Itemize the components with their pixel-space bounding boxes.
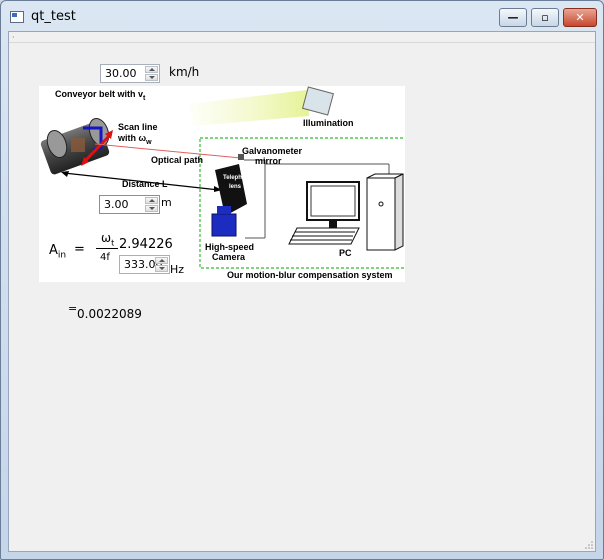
telephoto-label: Telephoto <box>223 175 252 181</box>
distance-value[interactable]: 3.00 <box>104 198 129 211</box>
frequency-spinbox[interactable]: 333.00 <box>119 255 170 274</box>
resize-grip-icon[interactable] <box>585 541 593 549</box>
pc-label: PC <box>339 248 352 258</box>
app-icon <box>10 11 24 23</box>
client-area: · 30.00 km/h Conveyor belt with vt Scan … <box>8 31 596 552</box>
scan-line-label: Scan line <box>118 122 158 132</box>
distance-decrement-button[interactable] <box>145 205 158 212</box>
result-value: 0.0022089 <box>77 307 142 321</box>
camera-label-1: High-speed <box>205 242 255 252</box>
distance-increment-button[interactable] <box>145 197 158 204</box>
distance-unit-label: m <box>161 196 172 209</box>
formula-denominator: 4f <box>100 252 110 263</box>
frequency-decrement-button[interactable] <box>155 265 168 272</box>
omega-value: 2.94226 <box>119 237 173 252</box>
distance-label: Distance L <box>122 179 168 189</box>
menu-bar[interactable]: · <box>9 32 595 43</box>
speed-spinbox[interactable]: 30.00 <box>100 64 160 83</box>
maximize-icon: ▫ <box>541 11 549 24</box>
formula-numerator: ωt <box>101 231 115 248</box>
main-window: qt_test — ▫ ✕ · 30.00 km/h Conveyor belt… <box>0 0 604 560</box>
conveyor-label: Conveyor belt with vt <box>55 89 146 102</box>
frequency-unit-label: Hz <box>170 263 185 276</box>
formula-equals: = <box>74 242 85 257</box>
lens-label: lens <box>229 184 242 190</box>
speed-decrement-button[interactable] <box>145 74 158 81</box>
formula-lhs: Ain <box>49 243 67 261</box>
system-diagram: Conveyor belt with vt Scan line with ωw … <box>39 86 413 282</box>
maximize-button[interactable]: ▫ <box>531 8 559 27</box>
illumination-label: Illumination <box>303 118 354 128</box>
window-title: qt_test <box>31 9 76 24</box>
system-label: Our motion-blur compensation system <box>227 270 393 280</box>
optical-path-label: Optical path <box>151 155 204 165</box>
frequency-increment-button[interactable] <box>155 257 168 264</box>
galvanometer-label: Galvanometer <box>242 146 303 156</box>
scan-line-with-label: with ωw <box>118 133 152 146</box>
speed-value[interactable]: 30.00 <box>105 67 137 80</box>
fraction-bar <box>96 248 118 249</box>
close-icon: ✕ <box>575 11 585 24</box>
minimize-icon: — <box>507 11 519 24</box>
menu-grip-icon: · <box>12 33 15 42</box>
minimize-button[interactable]: — <box>499 8 527 27</box>
title-bar[interactable]: qt_test — ▫ ✕ <box>1 1 603 31</box>
speed-increment-button[interactable] <box>145 66 158 73</box>
close-button[interactable]: ✕ <box>563 8 597 27</box>
speed-unit-label: km/h <box>169 65 200 79</box>
camera-label-2: Camera <box>212 252 246 262</box>
mirror-label: mirror <box>255 156 282 166</box>
result-equals: = <box>68 302 78 315</box>
distance-spinbox[interactable]: 3.00 <box>99 195 160 214</box>
